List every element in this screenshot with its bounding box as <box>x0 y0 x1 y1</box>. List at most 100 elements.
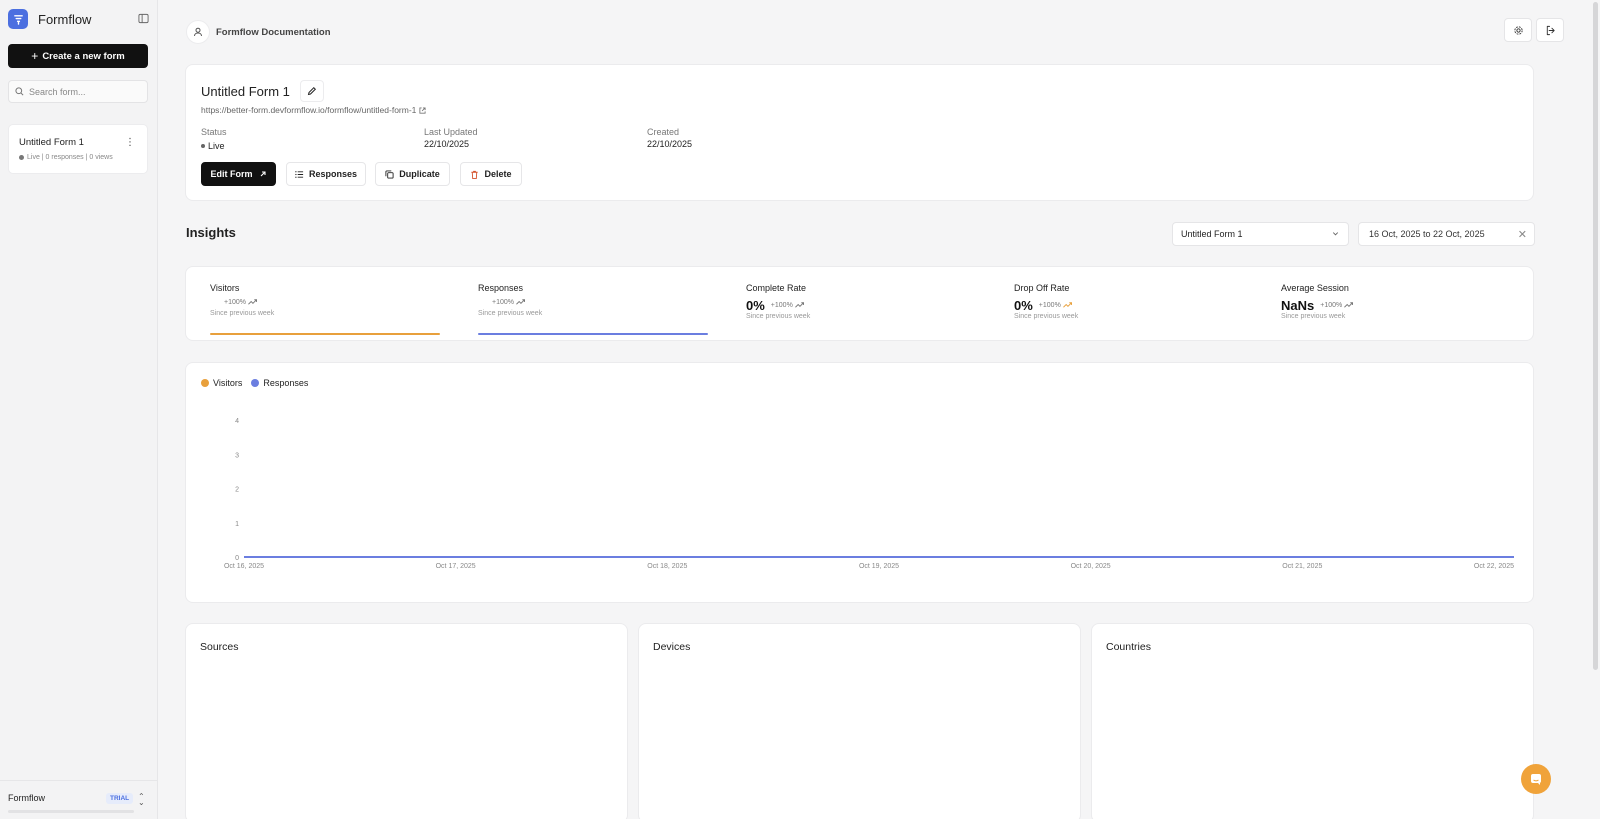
stat-change: +100% <box>1320 301 1354 309</box>
stat-underline <box>210 333 440 335</box>
stat-label: Complete Rate <box>746 283 807 293</box>
trend-up-icon <box>1062 302 1072 308</box>
stat-change-value: +100% <box>1320 301 1343 309</box>
stat-label: Responses <box>478 283 524 293</box>
legend-swatch <box>201 379 209 387</box>
duplicate-button[interactable]: Duplicate <box>375 162 450 186</box>
date-range-value: 16 Oct, 2025 to 22 Oct, 2025 <box>1369 229 1485 239</box>
pencil-icon <box>307 86 317 96</box>
date-range-picker[interactable]: 16 Oct, 2025 to 22 Oct, 2025 ✕ <box>1358 222 1535 246</box>
form-url: https://better-form.devformflow.io/formf… <box>201 105 417 115</box>
legend-label: Visitors <box>213 378 243 388</box>
form-url-link[interactable]: https://better-form.devformflow.io/formf… <box>201 105 426 115</box>
create-form-button[interactable]: + Create a new form <box>8 44 148 68</box>
legend-swatch <box>251 379 260 387</box>
x-tick-label: Oct 21, 2025 <box>1282 563 1322 570</box>
insights-heading: Insights <box>186 225 236 240</box>
stat-underline <box>478 333 708 335</box>
copy-icon <box>385 169 394 179</box>
chat-launcher-button[interactable] <box>1521 764 1551 794</box>
search-icon <box>15 87 24 96</box>
legend-label: Responses <box>263 378 309 388</box>
stat-change: +100% <box>492 299 525 306</box>
more-options-icon[interactable]: ⋮ <box>125 138 135 148</box>
devices-panel: Devices <box>638 623 1081 819</box>
x-tick-label: Oct 18, 2025 <box>647 563 687 570</box>
main-content: Formflow Documentation Untitled Form 1 h… <box>158 0 1600 819</box>
y-tick-label: 1 <box>235 521 239 528</box>
y-tick-label: 4 <box>235 418 239 425</box>
sidebar-toggle-icon[interactable] <box>136 11 150 25</box>
status-value: Live <box>201 141 225 151</box>
logout-button[interactable] <box>1536 18 1564 42</box>
updated-value: 22/10/2025 <box>424 139 470 149</box>
stat-since: Since previous week <box>478 310 543 317</box>
responses-label: Responses <box>308 169 358 179</box>
user-icon[interactable] <box>186 20 210 44</box>
trend-up-icon <box>248 299 257 305</box>
page-scrollbar[interactable] <box>1593 2 1598 670</box>
chevron-down-icon <box>1332 232 1339 236</box>
form-select-value: Untitled Form 1 <box>1181 229 1243 239</box>
chart-card: Visitors Responses 0 1 2 3 4 Oct 16, 2025 Oct … <box>185 362 1534 603</box>
x-tick-label: Oct 19, 2025 <box>859 563 899 570</box>
edit-title-button[interactable] <box>300 80 324 102</box>
stat-average-session[interactable]: Average Session NaNs +100% Since previou… <box>1281 283 1511 333</box>
sidebar-form-item[interactable]: Untitled Form 1 Live | 0 responses | 0 v… <box>8 124 148 174</box>
stat-drop-off-rate[interactable]: Drop Off Rate 0% +100% Since previous we… <box>1014 283 1244 333</box>
form-overview-card: Untitled Form 1 https://better-form.devf… <box>185 64 1534 201</box>
sidebar-header: Formflow <box>8 8 150 30</box>
edit-form-button[interactable]: Edit Form <box>201 162 276 186</box>
page-title: Formflow Documentation <box>216 26 331 38</box>
x-tick-label: Oct 22, 2025 <box>1474 563 1514 570</box>
stat-change: +100% <box>1039 302 1072 309</box>
devices-title: Devices <box>653 641 691 653</box>
sources-title: Sources <box>200 641 239 653</box>
x-tick-label: Oct 17, 2025 <box>436 563 476 570</box>
form-select[interactable]: Untitled Form 1 <box>1172 222 1349 246</box>
created-value: 22/10/2025 <box>647 139 693 149</box>
stat-visitors[interactable]: Visitors +100% Since previous week <box>210 283 440 335</box>
stat-since: Since previous week <box>746 313 811 320</box>
stat-change-value: +100% <box>224 298 246 306</box>
gear-icon <box>1513 25 1523 35</box>
stat-row: NaNs +100% <box>1281 297 1511 313</box>
trend-up-icon <box>794 302 804 308</box>
plan-badge: TRIAL <box>106 793 134 804</box>
y-tick-label: 3 <box>235 452 239 459</box>
settings-button[interactable] <box>1504 18 1532 42</box>
delete-button[interactable]: Delete <box>460 162 522 186</box>
responses-button[interactable]: Responses <box>286 162 366 186</box>
logout-icon <box>1546 25 1555 35</box>
search-input[interactable] <box>29 86 139 97</box>
plus-icon: + <box>31 49 39 63</box>
legend-item-responses[interactable]: Responses <box>251 378 308 388</box>
form-item-title: Untitled Form 1 <box>19 137 84 148</box>
stat-row: +100% <box>478 295 708 309</box>
stat-value: NaNs <box>1281 297 1315 313</box>
workspace-name: Formflow <box>8 793 46 803</box>
workspace-switcher[interactable]: Formflow TRIAL ⌃ ⌄ <box>0 780 158 819</box>
form-item-meta: Live | 0 responses | 0 views <box>19 154 137 161</box>
line-chart: 0 1 2 3 4 Oct 16, 2025 Oct 17, 2025 Oct 18, 202… <box>224 418 1514 570</box>
usage-bar <box>8 810 134 813</box>
stat-value: 0% <box>1014 297 1033 313</box>
stat-row: 0% +100% <box>746 298 976 313</box>
legend-item-visitors[interactable]: Visitors <box>201 378 242 388</box>
edit-form-label: Edit Form <box>210 169 253 179</box>
chart-legend: Visitors Responses <box>201 378 317 388</box>
topbar: Formflow Documentation <box>186 20 331 44</box>
chat-icon <box>1531 774 1541 785</box>
trend-up-icon <box>516 299 525 305</box>
create-form-label: Create a new form <box>42 50 125 62</box>
stat-change: +100% <box>771 302 804 309</box>
status-text: Live <box>208 141 225 151</box>
stat-label: Drop Off Rate <box>1014 283 1070 293</box>
clear-icon[interactable]: ✕ <box>1518 228 1527 241</box>
logo-icon[interactable] <box>8 9 28 29</box>
status-label: Status <box>201 127 227 137</box>
stat-responses[interactable]: Responses +100% Since previous week <box>478 283 708 335</box>
countries-panel: Countries <box>1091 623 1534 819</box>
stat-complete-rate[interactable]: Complete Rate 0% +100% Since previous we… <box>746 283 976 333</box>
form-item-meta-text: Live | 0 responses | 0 views <box>27 154 113 161</box>
